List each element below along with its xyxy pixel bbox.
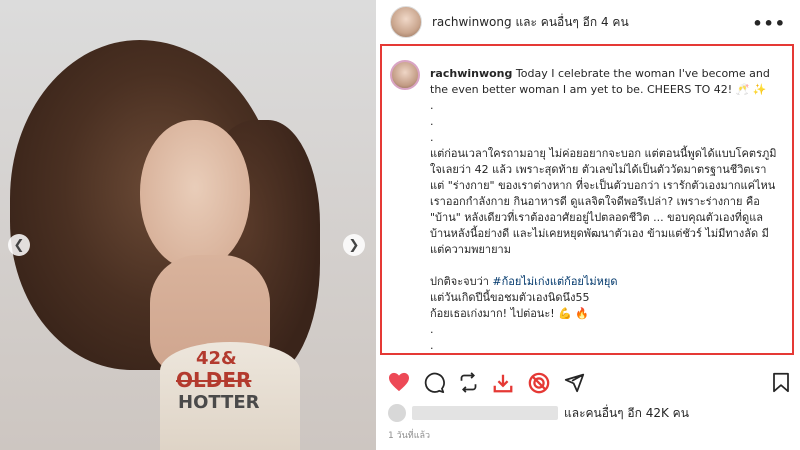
author-line[interactable]: rachwinwong และ คนอื่นๆ อีก 4 คน [432, 13, 629, 32]
caption-line-9: ก้อยเธอเก่งมาก! ไปต่อนะ! 💪 🔥 [430, 307, 590, 320]
caption-text: rachwinwong Today I celebrate the woman … [430, 66, 780, 354]
post-header: rachwinwong และ คนอื่นๆ อีก 4 คน ••• [376, 0, 800, 44]
caption-text-line: ปกติจะจบว่า [430, 275, 489, 288]
post-timestamp[interactable]: 1 วันที่แล้ว [388, 428, 430, 442]
caption-avatar[interactable] [390, 60, 420, 90]
chevron-left-icon: ❮ [13, 237, 25, 253]
extension-icon[interactable] [528, 372, 550, 399]
comment-icon[interactable] [424, 372, 445, 398]
caption-line-7: ปกติจะจบว่า #ก้อยไม่เก่งแต่ก้อยไม่หยุด [430, 274, 780, 290]
heart-filled-icon[interactable] [388, 372, 410, 397]
liker-avatar [388, 404, 406, 422]
download-icon[interactable] [492, 372, 514, 399]
caption-line-4: . [430, 131, 434, 144]
repost-icon[interactable] [458, 372, 479, 398]
caption-line-5: แต่ก่อนเวลาใครถามอายุ ไม่ค่อยอยากจะบอก แ… [430, 147, 777, 256]
caption-line-11: . [430, 339, 434, 352]
post-side-panel: rachwinwong และ คนอื่นๆ อีก 4 คน ••• rac… [376, 0, 800, 450]
photo-face [140, 120, 250, 270]
share-icon[interactable] [564, 372, 585, 398]
author-avatar[interactable] [390, 6, 422, 38]
next-photo-button[interactable]: ❯ [343, 234, 365, 256]
likes-row[interactable]: และคนอื่นๆ อีก 42K คน [388, 402, 788, 424]
caption-line-1: rachwinwong Today I celebrate the woman … [430, 66, 780, 98]
cake-text-older: OLDER [176, 368, 252, 392]
cake-text-42: 42& [196, 348, 237, 369]
caption-username[interactable]: rachwinwong [430, 67, 512, 80]
likers-redacted [412, 406, 558, 420]
caption-line-6 [430, 258, 780, 274]
post-photo[interactable]: 42& OLDER HOTTER ❮ ❯ [0, 0, 376, 450]
caption-line-2: . [430, 99, 434, 112]
action-bar [388, 372, 796, 398]
likes-count[interactable]: และคนอื่นๆ อีก 42K คน [564, 404, 689, 423]
caption-highlight-box: rachwinwong Today I celebrate the woman … [380, 44, 794, 355]
cake-text-hotter: HOTTER [178, 392, 260, 413]
previous-photo-button[interactable]: ❮ [8, 234, 30, 256]
caption-line-8: แต่วันเกิดปีนี้ขอชมตัวเองนิดนึง55 [430, 291, 590, 304]
more-horizontal-icon[interactable]: ••• [752, 14, 786, 33]
caption-line-3: . [430, 115, 434, 128]
hashtag-link[interactable]: #ก้อยไม่เก่งแต่ก้อยไม่หยุด [492, 275, 617, 288]
chevron-right-icon: ❯ [348, 237, 360, 253]
caption-line-10: . [430, 323, 434, 336]
bookmark-icon[interactable] [772, 372, 790, 398]
